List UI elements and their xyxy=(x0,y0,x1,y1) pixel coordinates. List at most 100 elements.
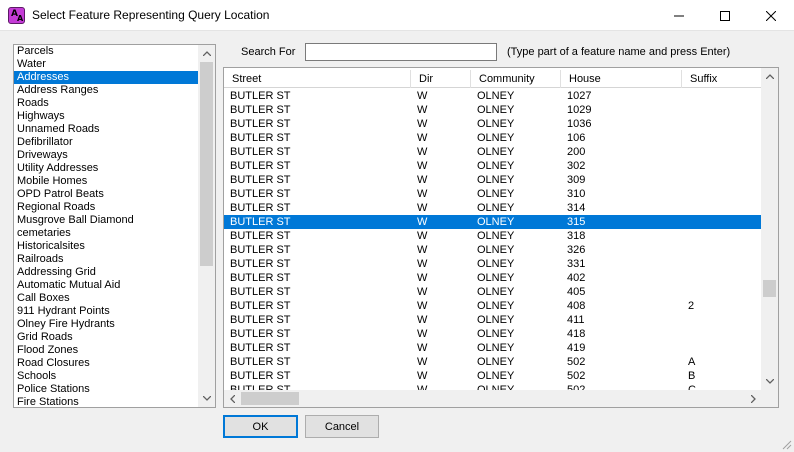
search-input[interactable] xyxy=(305,43,497,61)
grid-scroll-down-arrow[interactable] xyxy=(761,373,778,390)
table-cell-community: OLNEY xyxy=(477,300,515,312)
table-row[interactable]: BUTLER ST W OLNEY 302 xyxy=(224,159,762,173)
table-cell-street: BUTLER ST xyxy=(230,174,291,186)
feature-list-item[interactable]: Address Ranges xyxy=(14,84,199,97)
table-row[interactable]: BUTLER ST W OLNEY 418 xyxy=(224,327,762,341)
table-cell-street: BUTLER ST xyxy=(230,216,291,228)
feature-list-item[interactable]: Utility Addresses xyxy=(14,162,199,175)
resize-grip-icon[interactable] xyxy=(780,438,792,450)
table-cell-house: 1036 xyxy=(567,118,592,130)
table-row[interactable]: BUTLER ST W OLNEY 318 xyxy=(224,229,762,243)
table-cell-community: OLNEY xyxy=(477,146,515,158)
grid-header: Street Dir Community House Suffix xyxy=(224,70,762,88)
feature-list-item[interactable]: Historicalsites xyxy=(14,240,199,253)
table-cell-community: OLNEY xyxy=(477,188,515,200)
table-row[interactable]: BUTLER ST W OLNEY 405 xyxy=(224,285,762,299)
column-header-house[interactable]: House xyxy=(561,70,682,88)
table-row[interactable]: BUTLER ST W OLNEY 1036 xyxy=(224,117,762,131)
table-row[interactable]: BUTLER ST W OLNEY 502 A xyxy=(224,355,762,369)
column-header-community[interactable]: Community xyxy=(471,70,561,88)
feature-list-item[interactable]: Musgrove Ball Diamond xyxy=(14,214,199,227)
table-row[interactable]: BUTLER ST W OLNEY 310 xyxy=(224,187,762,201)
feature-list-item[interactable]: 911 Hydrant Points xyxy=(14,305,199,318)
feature-list-item[interactable]: Olney Fire Hydrants xyxy=(14,318,199,331)
column-header-street[interactable]: Street xyxy=(224,70,411,88)
chevron-up-icon xyxy=(202,51,211,56)
feature-list-item[interactable]: Police Stations xyxy=(14,383,199,396)
table-cell-dir: W xyxy=(417,118,428,130)
feature-list-item[interactable]: Fire Stations xyxy=(14,396,199,407)
table-row[interactable]: BUTLER ST W OLNEY 1027 xyxy=(224,89,762,103)
table-row[interactable]: BUTLER ST W OLNEY 106 xyxy=(224,131,762,145)
feature-list-item[interactable]: Regional Roads xyxy=(14,201,199,214)
table-cell-dir: W xyxy=(417,160,428,172)
feature-list-item[interactable]: Roads xyxy=(14,97,199,110)
table-row[interactable]: BUTLER ST W OLNEY 408 2 xyxy=(224,299,762,313)
table-row[interactable]: BUTLER ST W OLNEY 331 xyxy=(224,257,762,271)
window-title: Select Feature Representing Query Locati… xyxy=(32,8,270,22)
feature-list-item[interactable]: Water xyxy=(14,58,199,71)
table-row[interactable]: BUTLER ST W OLNEY 200 xyxy=(224,145,762,159)
table-row[interactable]: BUTLER ST W OLNEY 315 xyxy=(224,215,762,229)
feature-list-item[interactable]: OPD Patrol Beats xyxy=(14,188,199,201)
maximize-button[interactable] xyxy=(702,0,748,31)
table-cell-dir: W xyxy=(417,342,428,354)
table-cell-house: 1027 xyxy=(567,90,592,102)
feature-list-item[interactable]: cemetaries xyxy=(14,227,199,240)
cancel-button[interactable]: Cancel xyxy=(305,415,379,438)
table-cell-community: OLNEY xyxy=(477,314,515,326)
table-cell-suffix: A xyxy=(688,356,696,368)
feature-list-item[interactable]: Defibrillator xyxy=(14,136,199,149)
table-cell-dir: W xyxy=(417,328,428,340)
column-header-suffix[interactable]: Suffix xyxy=(682,70,762,88)
feature-list-item[interactable]: Road Closures xyxy=(14,357,199,370)
feature-list-item[interactable]: Driveways xyxy=(14,149,199,162)
table-row[interactable]: BUTLER ST W OLNEY 309 xyxy=(224,173,762,187)
feature-list-item[interactable]: Mobile Homes xyxy=(14,175,199,188)
column-header-dir[interactable]: Dir xyxy=(411,70,471,88)
grid-scroll-up-arrow[interactable] xyxy=(761,68,778,85)
feature-list-item[interactable]: Addressing Grid xyxy=(14,266,199,279)
table-row[interactable]: BUTLER ST W OLNEY 419 xyxy=(224,341,762,355)
feature-list-item[interactable]: Call Boxes xyxy=(14,292,199,305)
close-button[interactable] xyxy=(748,0,794,31)
grid-scroll-right-arrow[interactable] xyxy=(745,390,762,407)
feature-list-scroll-thumb[interactable] xyxy=(200,62,213,266)
feature-list-item[interactable]: Parcels xyxy=(14,45,199,58)
scroll-up-arrow[interactable] xyxy=(198,45,215,62)
grid-scroll-thumb[interactable] xyxy=(763,280,776,297)
scroll-down-arrow[interactable] xyxy=(198,390,215,407)
grid-horizontal-scrollbar[interactable] xyxy=(224,390,762,407)
table-row[interactable]: BUTLER ST W OLNEY 502 B xyxy=(224,369,762,383)
feature-list-item[interactable]: Addresses xyxy=(14,71,199,84)
chevron-down-icon xyxy=(202,396,211,401)
table-row[interactable]: BUTLER ST W OLNEY 314 xyxy=(224,201,762,215)
title-bar[interactable]: A A Select Feature Representing Query Lo… xyxy=(0,0,794,31)
table-cell-suffix: 2 xyxy=(688,300,695,312)
table-cell-community: OLNEY xyxy=(477,328,515,340)
grid-horizontal-scroll-thumb[interactable] xyxy=(241,392,299,405)
table-row[interactable]: BUTLER ST W OLNEY 411 xyxy=(224,313,762,327)
feature-list-item[interactable]: Grid Roads xyxy=(14,331,199,344)
grid-vertical-scrollbar[interactable] xyxy=(761,68,778,390)
feature-list-item[interactable]: Automatic Mutual Aid xyxy=(14,279,199,292)
table-row[interactable]: BUTLER ST W OLNEY 1029 xyxy=(224,103,762,117)
feature-list-item[interactable]: Unnamed Roads xyxy=(14,123,199,136)
feature-list-item[interactable]: Schools xyxy=(14,370,199,383)
feature-list-item[interactable]: Railroads xyxy=(14,253,199,266)
grid-scroll-left-arrow[interactable] xyxy=(224,390,241,407)
minimize-button[interactable] xyxy=(656,0,702,31)
ok-button[interactable]: OK xyxy=(223,415,298,438)
table-cell-house: 402 xyxy=(567,272,586,284)
results-grid[interactable]: Street Dir Community House Suffix BUTLER… xyxy=(223,67,779,408)
chevron-left-icon xyxy=(230,394,235,403)
table-cell-street: BUTLER ST xyxy=(230,300,291,312)
feature-list-item[interactable]: Flood Zones xyxy=(14,344,199,357)
feature-list[interactable]: Parcels Water Addresses Address Ranges Roads… xyxy=(13,44,216,408)
feature-list-item[interactable]: Highways xyxy=(14,110,199,123)
table-row[interactable]: BUTLER ST W OLNEY 326 xyxy=(224,243,762,257)
table-row[interactable]: BUTLER ST W OLNEY 402 xyxy=(224,271,762,285)
table-cell-house: 310 xyxy=(567,188,586,200)
table-cell-street: BUTLER ST xyxy=(230,104,291,116)
feature-list-scrollbar[interactable] xyxy=(198,45,215,407)
